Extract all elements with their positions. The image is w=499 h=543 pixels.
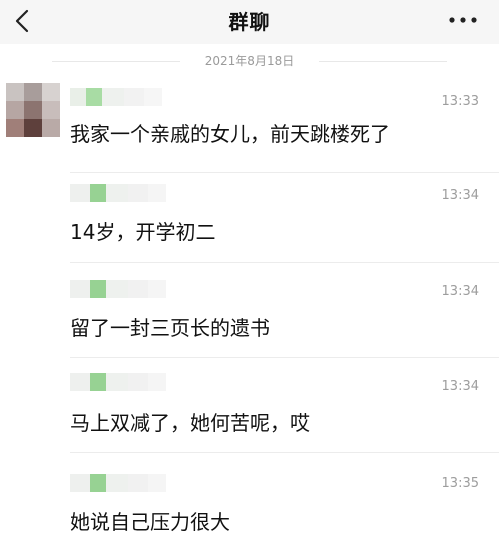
message-item: 13:35 她说自己压力很大 [0, 452, 499, 543]
message-time: 13:34 [441, 284, 479, 299]
sender-name-redacted [70, 474, 170, 492]
message-item: 13:34 14岁，开学初二 [0, 172, 499, 267]
divider-line-left [52, 61, 180, 62]
sender-name-redacted [70, 184, 170, 202]
message-item: 13:34 马上双减了，她何苦呢，哎 [0, 357, 499, 452]
message-time: 13:34 [441, 379, 479, 394]
top-bar: 群聊 [0, 0, 499, 44]
more-dots-icon [449, 17, 477, 23]
message-text[interactable]: 马上双减了，她何苦呢，哎 [70, 407, 310, 436]
divider-line-right [319, 61, 447, 62]
message-time: 13:35 [441, 476, 479, 491]
message-text[interactable]: 我家一个亲戚的女儿，前天跳楼死了 [70, 118, 390, 147]
sender-name-redacted [70, 280, 170, 298]
chat-title: 群聊 [228, 10, 271, 34]
message-text[interactable]: 留了一封三页长的遗书 [70, 312, 270, 341]
message-time: 13:33 [441, 94, 479, 109]
message-item: 13:34 留了一封三页长的遗书 [0, 262, 499, 357]
message-text[interactable]: 14岁，开学初二 [70, 216, 215, 245]
sender-name-redacted [70, 88, 170, 106]
more-button[interactable] [447, 10, 479, 30]
date-divider: 2021年8月18日 [0, 52, 499, 70]
message-separator [70, 357, 499, 358]
message-separator [70, 262, 499, 263]
message-time: 13:34 [441, 188, 479, 203]
message-separator [70, 172, 499, 173]
message-separator [70, 452, 499, 453]
sender-name-redacted [70, 373, 170, 391]
message-text[interactable]: 她说自己压力很大 [70, 506, 230, 535]
message-item: 13:33 我家一个亲戚的女儿，前天跳楼死了 [0, 80, 499, 180]
date-label: 2021年8月18日 [204, 54, 295, 68]
